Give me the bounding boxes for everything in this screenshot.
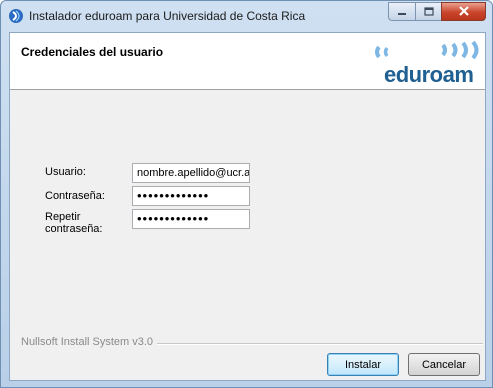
close-icon [458,3,470,21]
window-title: Instalador eduroam para Universidad de C… [29,9,306,23]
logo-text: eduroam [384,62,474,87]
page-header: Credenciales del usuario eduroam [10,33,485,90]
installer-brand: Nullsoft Install System v3.0 [21,336,158,348]
repeat-password-label-line2: contraseña: [45,223,103,235]
app-icon [8,8,24,24]
installer-window: Instalador eduroam para Universidad de C… [0,0,493,388]
maximize-icon [423,3,434,21]
repeat-password-input[interactable]: ••••••••••••• [132,209,250,229]
caption-buttons [388,2,486,22]
close-button[interactable] [441,2,486,21]
title-bar[interactable]: Instalador eduroam para Universidad de C… [1,1,492,32]
username-input[interactable]: nombre.apellido@ucr.a [132,163,250,183]
maximize-button[interactable] [415,2,441,21]
installer-page: Credenciales del usuario eduroam Usuario… [9,32,486,381]
minimize-icon [397,3,407,21]
cancel-button[interactable]: Cancelar [408,353,480,376]
username-label: Usuario: [45,166,86,178]
eduroam-logo: eduroam [371,41,481,87]
minimize-button[interactable] [388,2,415,21]
password-input[interactable]: ••••••••••••• [132,186,250,206]
page-title: Credenciales del usuario [21,45,164,59]
install-button[interactable]: Instalar [327,353,399,376]
repeat-password-label-line1: Repetir [45,211,81,223]
password-label: Contraseña: [45,190,105,202]
